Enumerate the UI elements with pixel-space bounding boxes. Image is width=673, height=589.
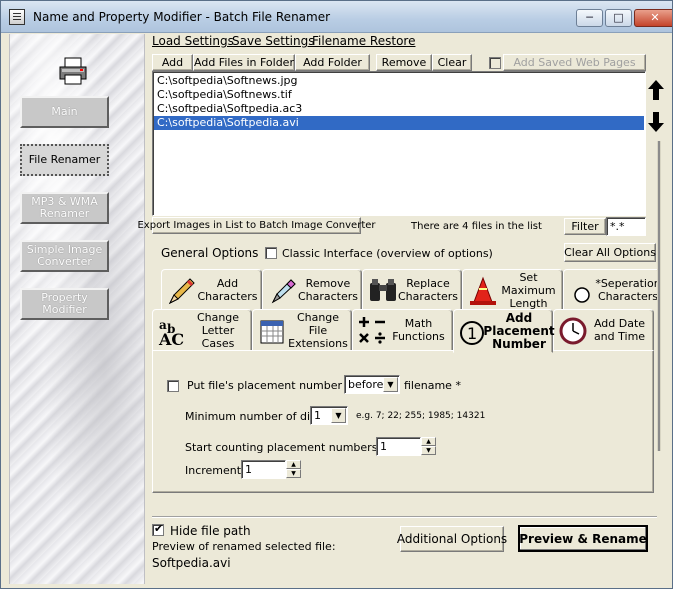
hide-file-path-checkbox[interactable] — [152, 522, 164, 536]
add-files-in-folder-button[interactable]: Add Files in Folder — [193, 54, 295, 71]
printer-icon — [59, 57, 87, 85]
tab-change-file-extensions[interactable]: Change File Extensions — [252, 309, 352, 351]
pencil-icon — [168, 278, 195, 305]
general-options-label: General Options — [161, 246, 259, 260]
clear-button[interactable]: Clear — [432, 54, 472, 71]
start-counting-input[interactable]: 1 — [376, 437, 421, 456]
hide-file-path-label: Hide file path — [170, 524, 251, 538]
spin-down-icon[interactable]: ▼ — [421, 446, 436, 455]
tab-add-date-and-time[interactable]: Add Date and Time — [553, 309, 654, 351]
svg-text:1: 1 — [467, 324, 477, 343]
tab-add-characters[interactable]: Add Characters — [161, 269, 262, 311]
cone-icon — [470, 276, 496, 305]
chevron-down-icon: ▼ — [331, 408, 346, 423]
preview-rename-button[interactable]: Preview & Rename — [518, 525, 648, 552]
chevron-down-icon: ▼ — [383, 377, 398, 392]
start-counting-spinner[interactable]: ▲ ▼ — [421, 437, 436, 455]
separator — [152, 516, 657, 518]
tab-replace-characters[interactable]: Replace Characters — [362, 269, 462, 311]
increment-label: Increment: — [185, 464, 245, 477]
minimize-button[interactable]: ─ — [576, 9, 603, 27]
spin-up-icon[interactable]: ▲ — [286, 460, 301, 469]
filter-input[interactable]: *.* — [606, 217, 646, 236]
svg-text:AC: AC — [158, 330, 184, 347]
add-button[interactable]: Add — [152, 54, 193, 71]
preview-value: Softpedia.avi — [152, 556, 231, 570]
increment-input[interactable]: 1 — [241, 460, 286, 479]
digits-example-text: e.g. 7; 22; 255; 1985; 14321 — [356, 411, 486, 421]
tab-set-maximum-length[interactable]: Set Maximum Length — [462, 269, 563, 311]
app-icon — [9, 9, 25, 25]
sidebar-item-mp3-wma-renamer[interactable]: MP3 & WMA Renamer — [20, 192, 109, 224]
remove-button[interactable]: Remove — [376, 54, 432, 71]
add-saved-web-pages-checkbox[interactable] — [489, 57, 501, 69]
title-bar: Name and Property Modifier - Batch File … — [1, 1, 672, 33]
move-up-button[interactable] — [646, 78, 666, 102]
filename-label: filename * — [404, 379, 461, 392]
list-item-selected[interactable]: C:\softpedia\Softpedia.avi — [154, 116, 644, 130]
clear-all-options-button[interactable]: Clear All Options — [564, 243, 656, 262]
sidebar-item-file-renamer[interactable]: File Renamer — [20, 144, 109, 176]
add-folder-button[interactable]: Add Folder — [295, 54, 370, 71]
tab-change-letter-cases[interactable]: a b AC Change Letter Cases — [152, 309, 252, 351]
clock-icon — [559, 317, 587, 345]
preview-label: Preview of renamed selected file: — [152, 540, 336, 553]
list-item[interactable]: C:\softpedia\Softnews.tif — [154, 88, 644, 102]
save-settings-link[interactable]: Save Settings — [232, 34, 315, 48]
tab-math-functions[interactable]: Math Functions — [352, 309, 453, 351]
classic-interface-checkbox[interactable] — [265, 247, 277, 259]
placement-number-panel: Put file's placement number in list befo… — [152, 350, 654, 493]
app-window: Name and Property Modifier - Batch File … — [0, 0, 673, 589]
filter-button[interactable]: Filter — [564, 218, 606, 235]
put-placement-number-checkbox[interactable] — [167, 380, 179, 392]
maximize-button[interactable]: □ — [605, 9, 632, 27]
arrow-up-icon — [648, 80, 664, 100]
list-item[interactable]: C:\softpedia\Softpedia.ac3 — [154, 102, 644, 116]
math-icon — [359, 317, 385, 344]
increment-spinner[interactable]: ▲ ▼ — [286, 460, 301, 478]
binoculars-icon — [370, 279, 396, 301]
additional-options-button[interactable]: Additional Options — [397, 526, 507, 552]
add-saved-web-pages-button[interactable]: Add Saved Web Pages — [503, 54, 646, 71]
sidebar-item-simple-image-converter[interactable]: Simple Image Converter — [20, 240, 109, 272]
filename-restore-link[interactable]: Filename Restore — [312, 34, 415, 48]
window-title: Name and Property Modifier - Batch File … — [33, 10, 331, 24]
tab-remove-characters[interactable]: Remove Characters — [262, 269, 362, 311]
list-item[interactable]: C:\softpedia\Softnews.jpg — [154, 74, 644, 88]
sidebar-item-main[interactable]: Main — [20, 96, 109, 128]
spin-up-icon[interactable]: ▲ — [421, 437, 436, 446]
calendar-icon — [260, 320, 284, 344]
min-digits-select[interactable]: 1 ▼ — [310, 406, 348, 425]
sidebar: Main File Renamer MP3 & WMA Renamer Simp… — [9, 34, 145, 584]
arrow-down-icon — [648, 112, 664, 132]
file-list[interactable]: C:\softpedia\Softnews.jpg C:\softpedia\S… — [152, 71, 646, 216]
spin-down-icon[interactable]: ▼ — [286, 469, 301, 478]
export-images-button[interactable]: Export Images in List to Batch Image Con… — [137, 217, 376, 234]
vertical-scrollbar[interactable] — [646, 141, 662, 451]
placement-position-select[interactable]: before ▼ — [344, 375, 400, 394]
move-down-button[interactable] — [646, 110, 666, 134]
classic-interface-label: Classic Interface (overview of options) — [282, 247, 493, 260]
close-button[interactable]: ✕ — [634, 9, 672, 27]
eraser-icon — [271, 279, 296, 304]
tab-add-placement-number[interactable]: 1 Add Placement Number — [453, 309, 555, 353]
load-settings-link[interactable]: Load Settings — [152, 34, 234, 48]
sidebar-item-property-modifier[interactable]: Property Modifier — [20, 288, 109, 320]
file-count-text: There are 4 files in the list — [411, 221, 542, 232]
abc-icon: a b AC — [158, 318, 184, 347]
